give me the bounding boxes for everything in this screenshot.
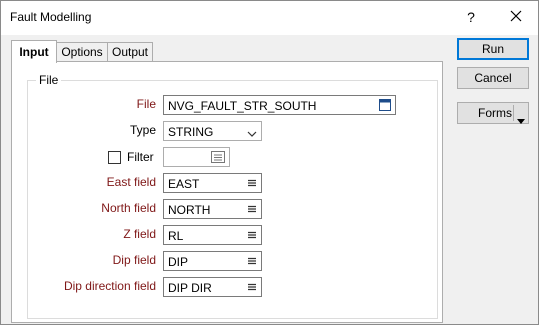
file-groupbox: File File NVG_FAULT_STR_SOUTH Type STRIN… xyxy=(27,73,438,319)
east-field-label: East field xyxy=(106,175,156,189)
type-select[interactable]: STRING xyxy=(163,121,262,141)
tab-output[interactable]: Output xyxy=(107,42,153,62)
filter-input[interactable] xyxy=(163,147,230,167)
file-input[interactable]: NVG_FAULT_STR_SOUTH xyxy=(163,95,396,115)
dialog-window: Fault Modelling ? Input Options Output F… xyxy=(0,0,539,325)
east-field-input[interactable]: EAST xyxy=(163,173,262,193)
z-field-input[interactable]: RL xyxy=(163,225,262,245)
forms-button[interactable]: Forms xyxy=(457,102,529,124)
north-field-input[interactable]: NORTH xyxy=(163,199,262,219)
z-field-value: RL xyxy=(168,229,184,243)
file-browse-icon[interactable] xyxy=(379,99,391,114)
filter-list-icon[interactable] xyxy=(211,151,225,166)
title-bar: Fault Modelling ? xyxy=(1,1,538,35)
field-list-icon[interactable] xyxy=(247,203,257,218)
north-field-value: NORTH xyxy=(168,203,211,217)
cancel-button-label: Cancel xyxy=(474,71,512,85)
z-field-label: Z field xyxy=(123,227,156,241)
input-tab-panel: File File NVG_FAULT_STR_SOUTH Type STRIN… xyxy=(11,61,443,323)
field-list-icon[interactable] xyxy=(247,281,257,296)
east-field-value: EAST xyxy=(168,177,200,191)
field-list-icon[interactable] xyxy=(247,229,257,244)
group-label: File xyxy=(36,73,62,87)
filter-checkbox[interactable] xyxy=(108,151,121,164)
dip-field-value: DIP xyxy=(168,255,189,269)
cancel-button[interactable]: Cancel xyxy=(457,67,529,89)
dip-field-label: Dip field xyxy=(112,253,156,267)
dip-field-input[interactable]: DIP xyxy=(163,251,262,271)
forms-button-label: Forms xyxy=(478,106,512,120)
close-icon xyxy=(510,10,522,22)
file-label: File xyxy=(136,97,156,111)
tab-options[interactable]: Options xyxy=(55,42,109,62)
window-title: Fault Modelling xyxy=(10,10,92,24)
dip-direction-field-input[interactable]: DIP DIR xyxy=(163,277,262,297)
type-value: STRING xyxy=(168,125,214,139)
dip-direction-field-value: DIP DIR xyxy=(168,281,212,295)
dip-direction-field-label: Dip direction field xyxy=(63,279,156,293)
help-button[interactable]: ? xyxy=(461,5,481,29)
file-value: NVG_FAULT_STR_SOUTH xyxy=(168,99,317,113)
north-field-label: North field xyxy=(101,201,156,215)
filter-label: Filter xyxy=(127,150,154,164)
type-label: Type xyxy=(129,123,156,137)
field-list-icon[interactable] xyxy=(247,177,257,192)
tab-input[interactable]: Input xyxy=(11,40,57,63)
chevron-down-icon[interactable] xyxy=(517,110,525,130)
close-button[interactable] xyxy=(504,5,528,29)
field-list-icon[interactable] xyxy=(247,255,257,270)
chevron-down-icon xyxy=(247,127,257,141)
forms-separator xyxy=(513,105,514,121)
run-button[interactable]: Run xyxy=(457,38,529,60)
